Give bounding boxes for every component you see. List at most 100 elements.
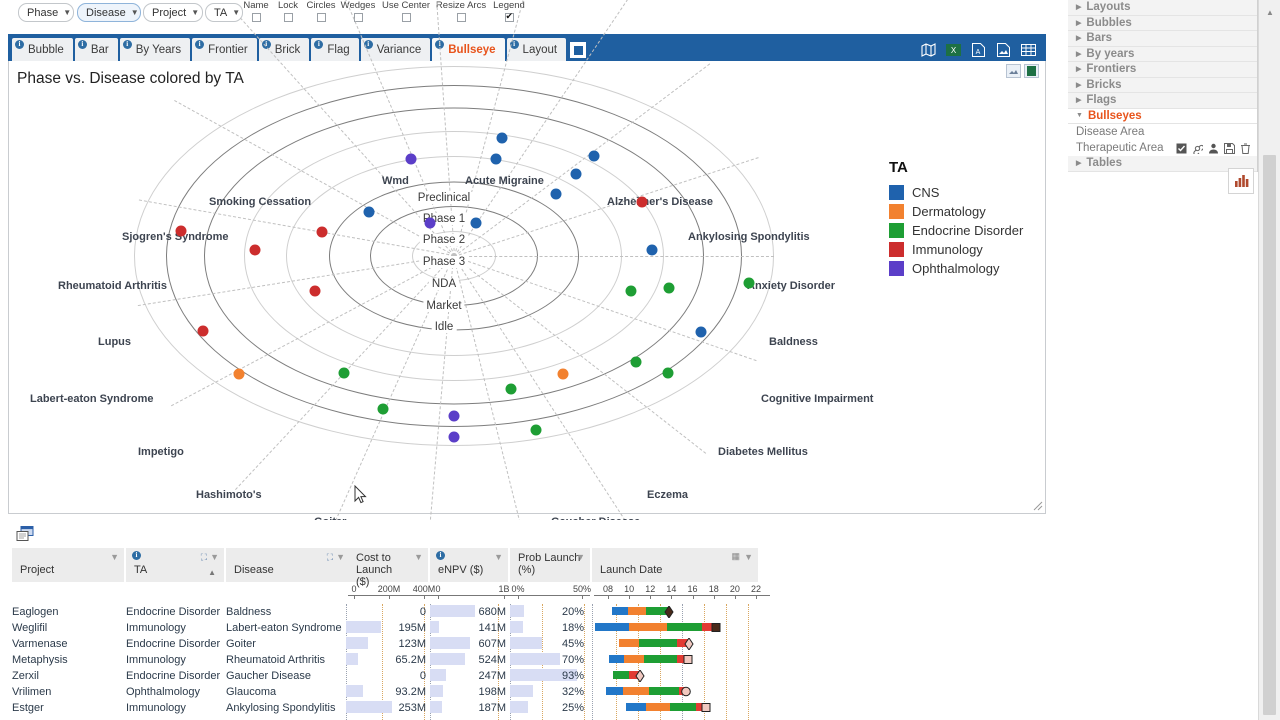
filter-dropdown-project[interactable]: Project ▼ [143,3,203,22]
tab-brick[interactable]: i Brick [258,38,310,61]
gantt-segment[interactable] [646,703,670,711]
tab-bar[interactable]: i Bar [74,38,118,61]
table-cell-cost[interactable]: 195M [348,622,426,634]
column-header-project[interactable]: Project ▼ [12,548,124,582]
column-header-enpv[interactable]: i ▼ eNPV ($) [430,548,508,582]
table-cell-cost[interactable]: 0 [348,606,426,618]
table-cell-enpv[interactable]: 524M [432,654,506,666]
gantt-segment[interactable] [612,607,628,615]
legend-item-ophthalmology[interactable]: Ophthalmology [889,261,1023,276]
table-cell-ta[interactable]: Endocrine Disorder [126,606,224,618]
sidebar-item-bars[interactable]: ▶ Bars [1068,31,1257,47]
table-cell-enpv[interactable]: 680M [432,606,506,618]
bar-chart-icon[interactable] [1228,168,1254,194]
option-lock[interactable]: Lock [273,1,303,25]
table-export-icon[interactable] [1021,43,1036,57]
table-cell-ta[interactable]: Immunology [126,622,224,634]
gantt-segment[interactable] [619,639,639,647]
launch-milestone-marker[interactable] [684,637,694,651]
data-point[interactable] [448,410,460,422]
gantt-segment[interactable] [667,623,702,631]
launch-milestone-marker[interactable] [681,686,691,697]
data-point[interactable] [405,153,417,165]
gantt-segment[interactable] [644,655,677,663]
table-cell-enpv[interactable]: 607M [432,638,506,650]
gantt-segment[interactable] [626,703,646,711]
filter-dropdown-disease[interactable]: Disease ▼ [77,3,141,22]
sort-ascending-icon[interactable]: ▲ [208,567,216,579]
sidebar-item-frontiers[interactable]: ▶ Frontiers [1068,62,1257,78]
scroll-up-icon[interactable]: ▲ [1266,8,1274,17]
data-point[interactable] [570,168,582,180]
table-cell-cost[interactable]: 123M [348,638,426,650]
legend-item-immunology[interactable]: Immunology [889,242,1023,257]
table-cell-prob[interactable]: 18% [512,622,584,634]
image-export-icon[interactable] [1006,64,1021,78]
resize-arcs-checkbox[interactable] [456,13,466,22]
sidebar-item-bullseyes[interactable]: ▼ Bullseyes [1068,108,1257,124]
table-cell-enpv[interactable]: 247M [432,670,506,682]
column-header-launch-date[interactable]: ▦ ▼ Launch Date [592,548,758,582]
cascade-windows-icon[interactable] [16,526,36,542]
table-cell-prob[interactable]: 20% [512,606,584,618]
column-header-disease[interactable]: ⛶ ▼ Disease [226,548,350,582]
table-cell-disease[interactable]: Labert-eaton Syndrome [226,622,348,634]
add-column-icon[interactable]: ⛶ [201,551,207,563]
data-point[interactable] [377,403,389,415]
table-cell-disease[interactable]: Rheumatoid Arthritis [226,654,348,666]
data-point[interactable] [363,206,375,218]
table-cell-project[interactable]: Estger [12,702,122,714]
filter-icon[interactable]: ▼ [414,551,423,563]
filter-dropdown-phase[interactable]: Phase ▼ [18,3,74,22]
table-cell-project[interactable]: Metaphysis [12,654,122,666]
filter-icon[interactable]: ▼ [576,551,585,563]
lock-checkbox[interactable] [283,13,293,22]
data-point[interactable] [490,153,502,165]
sidebar-item-layouts[interactable]: ▶ Layouts [1068,0,1257,16]
data-point[interactable] [249,244,261,256]
table-cell-disease[interactable]: Baldness [226,606,348,618]
option-resize-arcs[interactable]: Resize Arcs [434,1,488,25]
table-cell-ta[interactable]: Immunology [126,654,224,666]
data-point[interactable] [530,424,542,436]
tab-frontier[interactable]: i Frontier [192,38,257,61]
tab-bullseye[interactable]: i Bullseye [432,38,505,61]
data-point[interactable] [470,217,482,229]
table-cell-disease[interactable]: Gaucher Disease [226,670,348,682]
circles-checkbox[interactable] [316,13,326,22]
launch-milestone-marker[interactable] [711,622,721,632]
data-point[interactable] [175,225,187,237]
column-header-ta[interactable]: i ⛶ ▼ TA ▲ [126,548,224,582]
table-cell-prob[interactable]: 70% [512,654,584,666]
legend-item-cns[interactable]: CNS [889,185,1023,200]
table-cell-prob[interactable]: 45% [512,638,584,650]
filter-icon[interactable]: ▼ [210,551,219,563]
data-point[interactable] [233,368,245,380]
filter-icon[interactable]: ▼ [336,551,345,563]
table-cell-cost[interactable]: 65.2M [348,654,426,666]
data-point[interactable] [663,282,675,294]
gantt-segment[interactable] [624,655,644,663]
table-cell-prob[interactable]: 32% [512,686,584,698]
data-point[interactable] [625,285,637,297]
sidebar-item-bubbles[interactable]: ▶ Bubbles [1068,16,1257,31]
data-point[interactable] [630,356,642,368]
table-cell-project[interactable]: Eaglogen [12,606,122,618]
sidebar-subitem-therapeutic-area[interactable]: Therapeutic Area [1068,140,1257,156]
legend-item-endocrine-disorder[interactable]: Endocrine Disorder [889,223,1023,238]
data-point[interactable] [636,196,648,208]
data-point[interactable] [695,326,707,338]
table-cell-cost[interactable]: 93.2M [348,686,426,698]
data-point[interactable] [197,325,209,337]
option-circles[interactable]: Circles [303,1,339,25]
gantt-segment[interactable] [629,623,667,631]
table-cell-cost[interactable]: 253M [348,702,426,714]
calendar-icon[interactable]: ▦ [731,550,740,562]
data-point[interactable] [496,132,508,144]
trash-icon[interactable] [1240,143,1251,154]
tab-bubble[interactable]: i Bubble [12,38,73,61]
table-cell-prob[interactable]: 25% [512,702,584,714]
option-use-center[interactable]: Use Center [378,1,434,25]
sidebar-subitem-disease-area[interactable]: Disease Area [1068,124,1257,140]
option-legend[interactable]: Legend [489,1,529,25]
